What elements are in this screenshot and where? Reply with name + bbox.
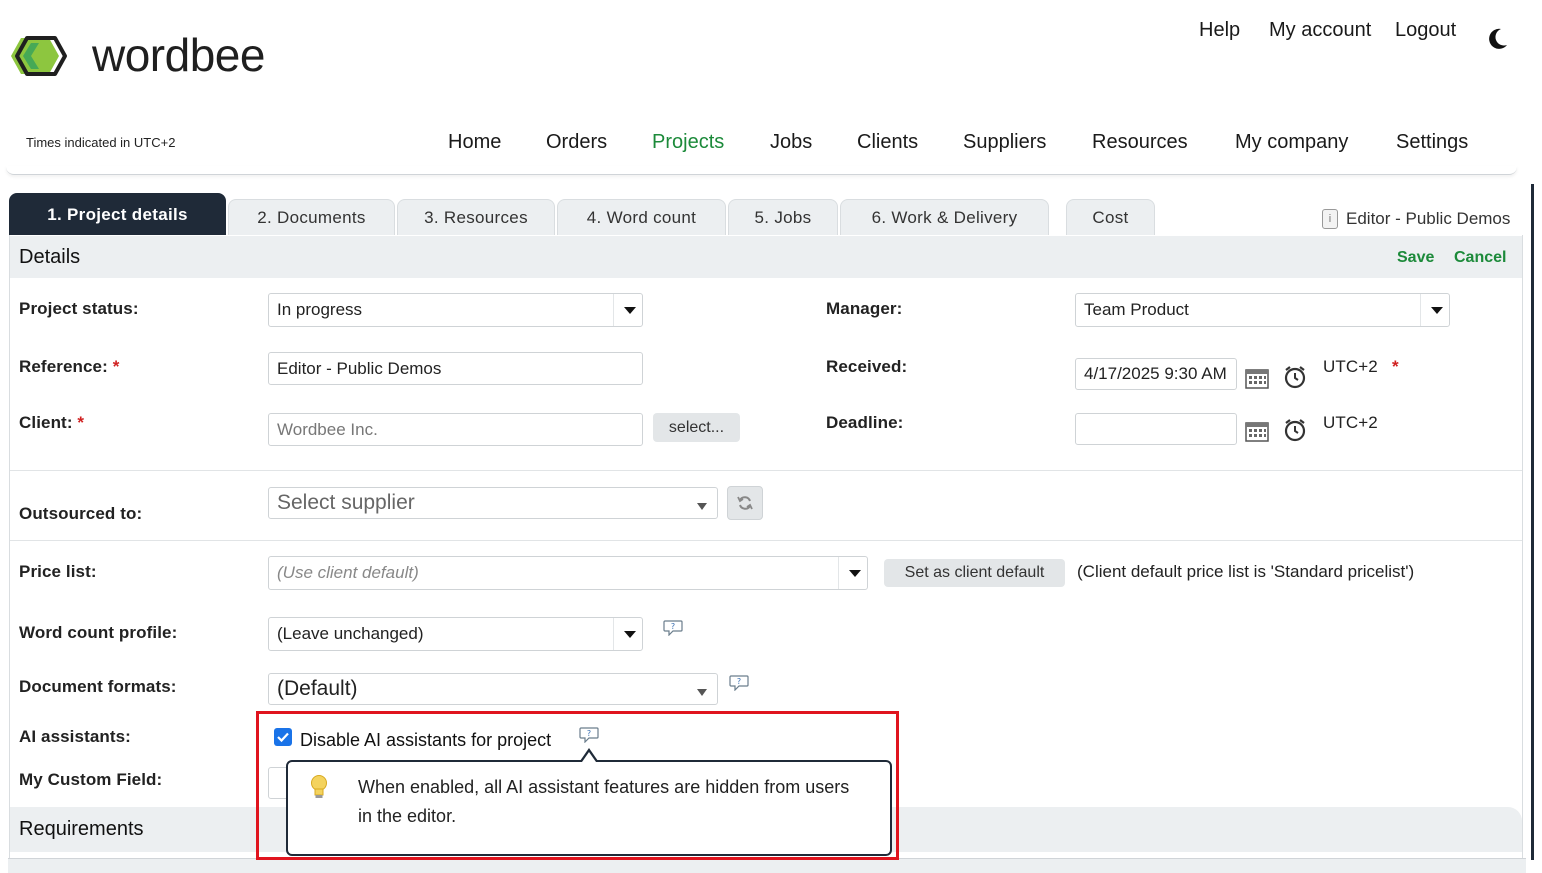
tab-jobs[interactable]: 5. Jobs <box>728 199 838 235</box>
set-client-default-button[interactable]: Set as client default <box>884 559 1065 587</box>
nav-jobs[interactable]: Jobs <box>770 131 812 154</box>
client-input[interactable]: Wordbee Inc. <box>268 413 643 446</box>
refresh-icon <box>737 496 753 510</box>
word-count-profile-label: Word count profile: <box>19 623 178 642</box>
nav-my-company[interactable]: My company <box>1235 131 1348 154</box>
svg-text:?: ? <box>737 677 741 686</box>
page-right-border <box>1531 184 1534 860</box>
project-status-select[interactable]: In progress <box>268 293 643 327</box>
document-formats-label: Document formats: <box>19 677 177 696</box>
info-icon: i <box>1322 209 1338 229</box>
manager-select[interactable]: Team Product <box>1075 293 1450 327</box>
calendar-icon[interactable] <box>1245 367 1269 389</box>
tab-cost[interactable]: Cost <box>1066 199 1155 235</box>
required-mark: * <box>112 357 120 376</box>
word-count-profile-select[interactable]: (Leave unchanged) <box>268 617 643 651</box>
details-title: Details <box>19 246 81 268</box>
document-formats-select[interactable]: (Default) <box>268 673 718 705</box>
chevron-down-icon <box>1431 307 1443 314</box>
price-list-value: (Use client default) <box>277 563 419 582</box>
price-list-note: (Client default price list is 'Standard … <box>1077 562 1415 581</box>
clock-icon[interactable] <box>1283 365 1307 389</box>
help-link[interactable]: Help <box>1199 19 1240 42</box>
wordbee-logo-icon[interactable] <box>5 34 71 78</box>
timezone-note: Times indicated in UTC+2 <box>26 135 176 150</box>
outsourced-label: Outsourced to: <box>19 504 143 523</box>
price-list-label: Price list: <box>19 562 97 581</box>
client-label: Client: * <box>19 413 84 433</box>
cancel-link[interactable]: Cancel <box>1454 249 1506 267</box>
tab-project-details[interactable]: 1. Project details <box>9 193 226 235</box>
manager-value: Team Product <box>1084 300 1189 319</box>
deadline-timezone: UTC+2 <box>1323 413 1378 432</box>
reference-label-text: Reference: <box>19 357 108 376</box>
tab-resources[interactable]: 3. Resources <box>397 199 555 235</box>
deadline-label: Deadline: <box>826 413 904 432</box>
requirements-title: Requirements <box>19 818 144 840</box>
ai-assistants-label: AI assistants: <box>19 727 131 746</box>
bottom-scroll-edge <box>8 858 1526 873</box>
chevron-down-icon <box>697 689 707 696</box>
logout-link[interactable]: Logout <box>1395 19 1456 42</box>
tab-documents[interactable]: 2. Documents <box>228 199 395 235</box>
section-divider <box>10 470 1522 471</box>
tab-work-delivery[interactable]: 6. Work & Delivery <box>840 199 1049 235</box>
nav-resources[interactable]: Resources <box>1092 131 1188 154</box>
nav-home[interactable]: Home <box>448 131 501 154</box>
tab-word-count[interactable]: 4. Word count <box>557 199 726 235</box>
nav-suppliers[interactable]: Suppliers <box>963 131 1046 154</box>
chevron-down-icon <box>624 631 636 638</box>
section-divider <box>10 540 1522 541</box>
save-link[interactable]: Save <box>1397 249 1434 267</box>
supplier-placeholder: Select supplier <box>277 491 415 514</box>
project-name: Editor - Public Demos <box>1346 209 1511 228</box>
nav-settings[interactable]: Settings <box>1396 131 1468 154</box>
nav-orders[interactable]: Orders <box>546 131 607 154</box>
details-section-bar <box>10 236 1522 278</box>
select-separator <box>613 294 614 326</box>
reference-input[interactable]: Editor - Public Demos <box>268 352 643 385</box>
refresh-supplier-button[interactable] <box>727 486 763 520</box>
project-status-value: In progress <box>277 300 363 319</box>
select-client-button[interactable]: select... <box>653 413 740 442</box>
calendar-icon[interactable] <box>1245 420 1269 442</box>
dark-mode-moon-icon[interactable] <box>1484 26 1510 52</box>
price-list-select[interactable]: (Use client default) <box>268 556 868 590</box>
project-name-indicator: i Editor - Public Demos <box>1322 209 1510 229</box>
deadline-date-input[interactable] <box>1075 413 1237 445</box>
supplier-select[interactable]: Select supplier <box>268 487 718 519</box>
nav-divider <box>6 166 1517 175</box>
received-date-input[interactable]: 4/17/2025 9:30 AM <box>1075 358 1237 390</box>
reference-label: Reference: * <box>19 357 119 377</box>
document-formats-value: (Default) <box>277 677 358 700</box>
received-timezone: UTC+2 <box>1323 357 1378 376</box>
project-status-label: Project status: <box>19 299 139 318</box>
my-account-link[interactable]: My account <box>1269 19 1371 42</box>
help-bubble-icon[interactable]: ? <box>729 675 749 691</box>
nav-projects[interactable]: Projects <box>652 131 724 154</box>
client-label-text: Client: <box>19 413 73 432</box>
manager-label: Manager: <box>826 299 903 318</box>
select-separator <box>1420 294 1421 326</box>
clock-icon[interactable] <box>1283 418 1307 442</box>
received-required-mark: * <box>1392 357 1399 376</box>
select-separator <box>613 618 614 650</box>
select-separator <box>838 557 839 589</box>
highlight-box <box>256 711 899 860</box>
chevron-down-icon <box>849 570 861 577</box>
brand-name: wordbee <box>92 29 265 81</box>
nav-clients[interactable]: Clients <box>857 131 918 154</box>
help-bubble-icon[interactable]: ? <box>663 620 683 636</box>
received-label: Received: <box>826 357 908 376</box>
svg-text:?: ? <box>671 622 675 631</box>
chevron-down-icon <box>624 307 636 314</box>
word-count-profile-value: (Leave unchanged) <box>277 624 424 643</box>
required-mark: * <box>77 413 85 432</box>
custom-field-label: My Custom Field: <box>19 770 163 789</box>
chevron-down-icon <box>697 503 707 510</box>
